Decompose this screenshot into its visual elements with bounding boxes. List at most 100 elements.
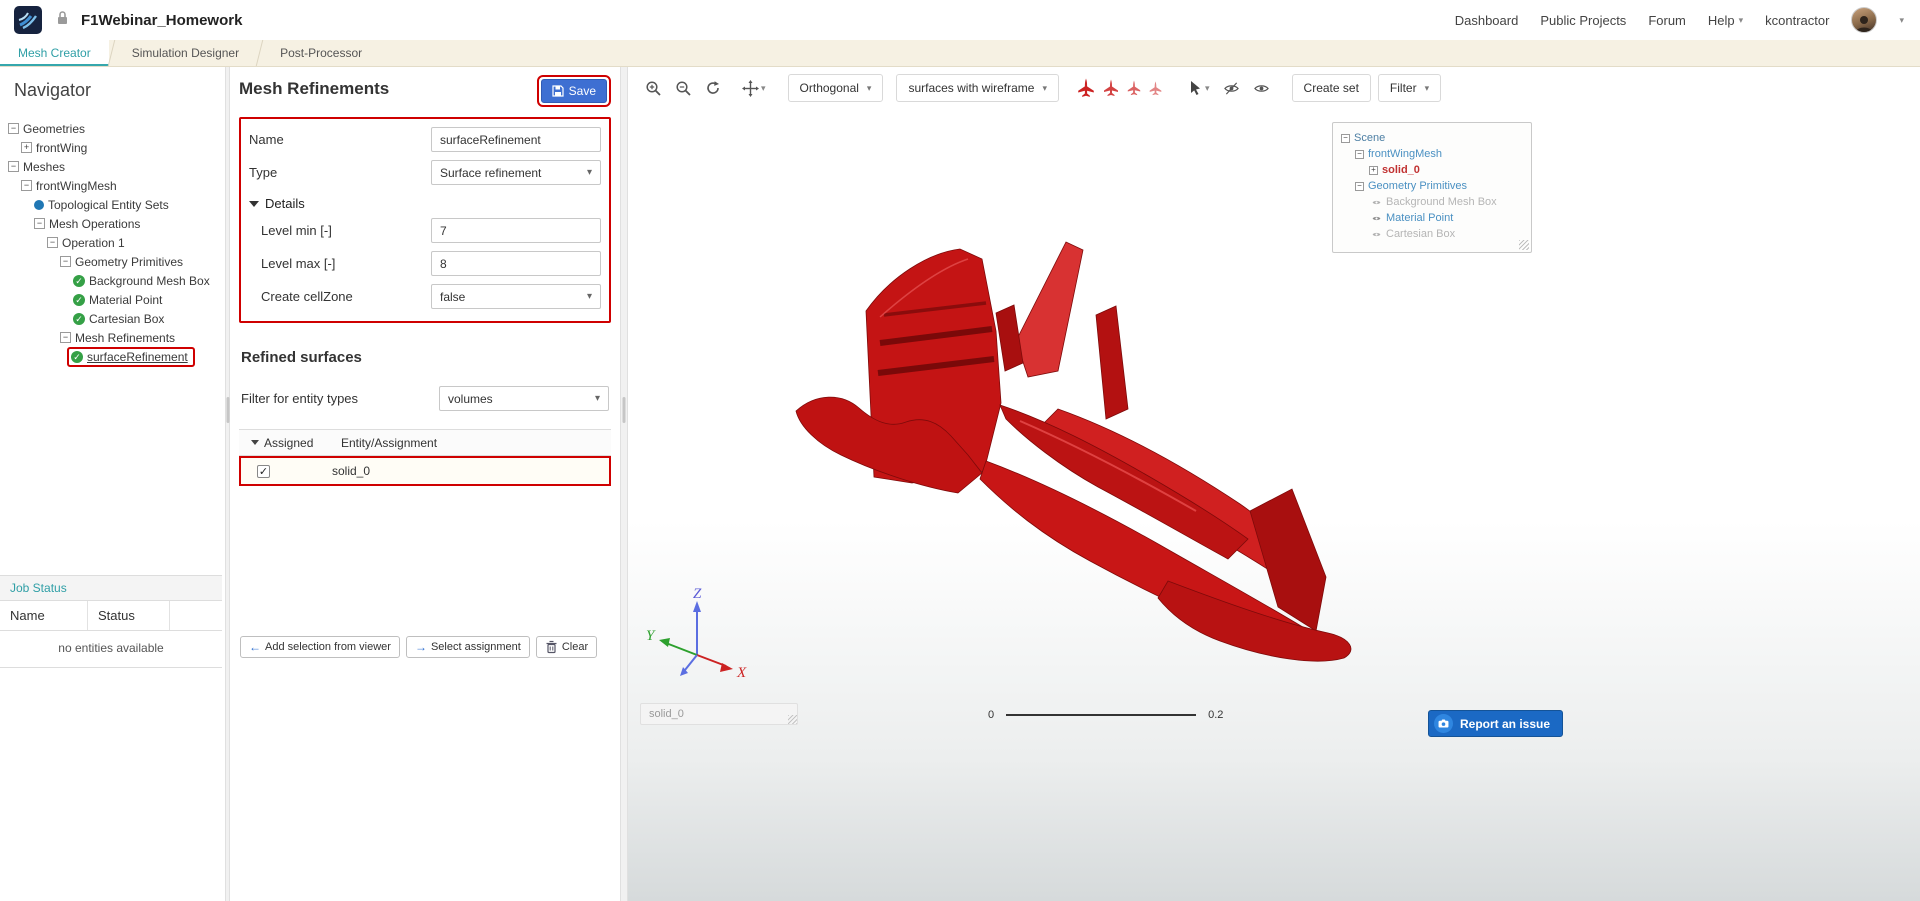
job-status-panel: Job Status Name Status no entities avail…: [0, 575, 222, 668]
tree-item-mesh-refinements[interactable]: Mesh Refinements: [0, 328, 225, 347]
private-lock-icon: [56, 10, 69, 30]
selection-name-input[interactable]: [640, 703, 798, 725]
save-floppy-icon: [552, 85, 564, 97]
tree-item-background-mesh-box[interactable]: Background Mesh Box: [0, 271, 225, 290]
details-section-toggle[interactable]: Details: [241, 189, 609, 214]
assignment-row-solid0[interactable]: solid_0: [239, 456, 611, 486]
scene-node-geometry-primitives[interactable]: Geometry Primitives: [1341, 178, 1525, 194]
cellzone-select[interactable]: false: [431, 284, 601, 309]
collapse-toggle-icon[interactable]: [47, 237, 58, 248]
level-max-input[interactable]: [431, 251, 601, 276]
splitter-grip[interactable]: [226, 397, 229, 423]
mesh-jet-icon-4[interactable]: [1148, 81, 1163, 96]
collapse-toggle-icon[interactable]: [21, 180, 32, 191]
pointer-tool-icon[interactable]: ▾: [1185, 78, 1213, 98]
tree-item-material-point[interactable]: Material Point: [0, 290, 225, 309]
resize-grip-icon[interactable]: [1519, 240, 1529, 250]
collapse-toggle-icon[interactable]: [60, 332, 71, 343]
refresh-view-icon[interactable]: [702, 78, 724, 98]
mesh-jet-icon-3[interactable]: [1126, 80, 1142, 96]
save-button[interactable]: Save: [541, 79, 607, 103]
nav-public-projects[interactable]: Public Projects: [1540, 13, 1626, 28]
nav-forum[interactable]: Forum: [1648, 13, 1686, 28]
name-input[interactable]: [431, 127, 601, 152]
tree-item-surfacerefinement[interactable]: surfaceRefinement: [0, 347, 225, 366]
collapse-toggle-icon[interactable]: [8, 161, 19, 172]
tree-item-operation-1[interactable]: Operation 1: [0, 233, 225, 252]
tree-item-geometries[interactable]: Geometries: [0, 119, 225, 138]
pan-tool-icon[interactable]: ▾: [739, 78, 769, 99]
hide-entity-eye-slash-icon[interactable]: [1220, 79, 1243, 98]
show-entity-eye-icon[interactable]: [1250, 79, 1273, 98]
level-min-input[interactable]: [431, 218, 601, 243]
user-avatar[interactable]: [1851, 7, 1877, 33]
resize-grip-icon[interactable]: [788, 715, 797, 724]
tree-item-geometry-primitives[interactable]: Geometry Primitives: [0, 252, 225, 271]
tree-item-frontwingmesh[interactable]: frontWingMesh: [0, 176, 225, 195]
scene-node-frontwingmesh[interactable]: frontWingMesh: [1341, 146, 1525, 162]
tab-mesh-creator[interactable]: Mesh Creator: [0, 40, 109, 66]
viewer-canvas[interactable]: Scene frontWingMesh solid_0 Geometry Pri…: [628, 109, 1920, 901]
select-assignment-button[interactable]: Select assignment: [406, 636, 530, 658]
scale-line: [1006, 714, 1196, 716]
projection-select[interactable]: Orthogonal: [788, 74, 884, 102]
expand-toggle-icon[interactable]: [1369, 166, 1378, 175]
mesh-jet-icon-1[interactable]: [1076, 78, 1096, 98]
nav-username[interactable]: kcontractor: [1765, 13, 1829, 28]
scene-node-solid0[interactable]: solid_0: [1341, 162, 1525, 178]
collapse-toggle-icon[interactable]: [8, 123, 19, 134]
success-check-icon: [73, 275, 85, 287]
tab-post-processor[interactable]: Post-Processor: [262, 40, 380, 66]
create-set-button[interactable]: Create set: [1292, 74, 1371, 102]
collapse-toggle-icon[interactable]: [34, 218, 45, 229]
nav-help-menu[interactable]: Help▾: [1708, 13, 1743, 28]
visibility-eye-icon[interactable]: [1371, 214, 1382, 223]
scene-node-background-mesh-box[interactable]: Background Mesh Box: [1341, 194, 1525, 210]
tree-item-mesh-operations[interactable]: Mesh Operations: [0, 214, 225, 233]
col-assigned[interactable]: Assigned: [239, 436, 341, 450]
splitter-grip[interactable]: [623, 397, 626, 423]
expand-toggle-icon[interactable]: [21, 142, 32, 153]
zoom-out-icon[interactable]: [672, 78, 695, 99]
scene-node-cartesian-box[interactable]: Cartesian Box: [1341, 226, 1525, 242]
form-viewer-splitter[interactable]: [620, 67, 628, 901]
viewer-panel: ▾ Orthogonal surfaces with wireframe ▾: [628, 67, 1920, 901]
app-logo-icon[interactable]: [14, 6, 42, 34]
collapse-toggle-icon[interactable]: [1355, 182, 1364, 191]
arrow-right-icon: [415, 640, 427, 654]
collapse-toggle-icon[interactable]: [1355, 150, 1364, 159]
camera-icon: [1434, 714, 1453, 733]
mesh-jet-icon-2[interactable]: [1102, 79, 1120, 97]
tree-item-meshes[interactable]: Meshes: [0, 157, 225, 176]
tree-item-frontwing[interactable]: frontWing: [0, 138, 225, 157]
add-selection-button[interactable]: Add selection from viewer: [240, 636, 400, 658]
collapse-toggle-icon[interactable]: [60, 256, 71, 267]
render-mode-select[interactable]: surfaces with wireframe: [896, 74, 1059, 102]
job-status-empty-text: no entities available: [0, 631, 222, 668]
scene-node-scene[interactable]: Scene: [1341, 130, 1525, 146]
tree-item-cartesian-box[interactable]: Cartesian Box: [0, 309, 225, 328]
clear-button[interactable]: Clear: [536, 636, 597, 658]
account-chevron-down-icon[interactable]: ▾: [1899, 15, 1904, 26]
navigator-panel: Navigator Geometries frontWing Meshes fr…: [0, 67, 225, 901]
front-wing-model[interactable]: [628, 109, 1920, 901]
entity-filter-select[interactable]: volumes: [439, 386, 609, 411]
assigned-checkbox[interactable]: [257, 465, 270, 478]
visibility-eye-icon[interactable]: [1371, 230, 1382, 239]
collapse-toggle-icon[interactable]: [1341, 134, 1350, 143]
tree-item-topological-entity-sets[interactable]: Topological Entity Sets: [0, 195, 225, 214]
chevron-down-icon: ▾: [1739, 15, 1744, 26]
assignment-actions: Add selection from viewer Select assignm…: [240, 636, 597, 658]
report-issue-button[interactable]: Report an issue: [1428, 710, 1563, 737]
success-check-icon: [73, 313, 85, 325]
visibility-eye-icon[interactable]: [1371, 198, 1382, 207]
success-check-icon: [71, 351, 83, 363]
panel-title: Mesh Refinements: [239, 75, 389, 99]
job-status-title: Job Status: [0, 575, 222, 601]
scene-node-material-point[interactable]: Material Point: [1341, 210, 1525, 226]
zoom-in-icon[interactable]: [642, 78, 665, 99]
filter-select[interactable]: Filter: [1378, 74, 1441, 102]
nav-dashboard[interactable]: Dashboard: [1455, 13, 1519, 28]
tab-simulation-designer[interactable]: Simulation Designer: [114, 40, 257, 66]
type-select[interactable]: Surface refinement: [431, 160, 601, 185]
